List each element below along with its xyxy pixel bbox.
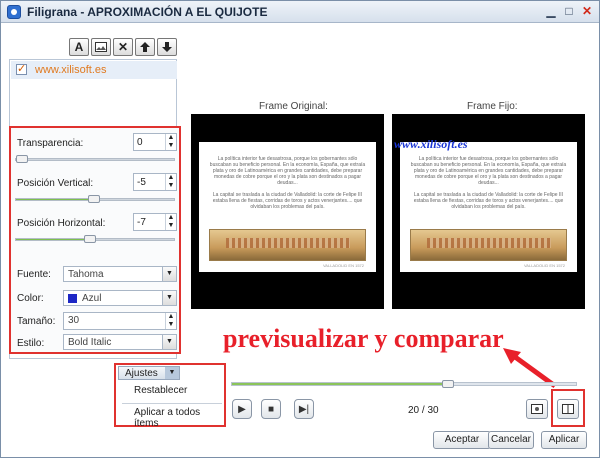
text-icon[interactable]: A: [69, 38, 89, 56]
image-icon[interactable]: [91, 38, 111, 56]
color-swatch: [68, 294, 77, 303]
frame-counter: 20 / 30: [408, 405, 439, 416]
size-label: Tamaño:: [17, 316, 56, 327]
item-checkbox[interactable]: [16, 62, 27, 75]
page-footer: VALLADOLID EN 1572: [322, 263, 364, 268]
transparency-slider[interactable]: [15, 155, 175, 163]
stepper-arrows-icon[interactable]: ▲ ▼: [165, 174, 176, 190]
horizontal-position-stepper[interactable]: -7 ▲ ▼: [133, 213, 177, 231]
style-select[interactable]: Bold Italic ▼: [63, 334, 177, 350]
slider-thumb[interactable]: [88, 195, 100, 203]
transparency-stepper[interactable]: 0 ▲ ▼: [133, 133, 177, 151]
color-label: Color:: [17, 293, 44, 304]
vertical-position-stepper[interactable]: -5 ▲ ▼: [133, 173, 177, 191]
cancel-button[interactable]: Cancelar: [488, 431, 534, 449]
title-bar: Filigrana - APROXIMACIÓN A EL QUIJOTE ▁ …: [1, 1, 599, 23]
frame-page: La política interior fue desastrosa, por…: [400, 142, 577, 272]
stop-button[interactable]: ■: [261, 399, 281, 419]
watermark-dialog: Filigrana - APROXIMACIÓN A EL QUIJOTE ▁ …: [0, 0, 600, 458]
map-image: [410, 229, 567, 261]
page-text: La política interior fue desastrosa, por…: [209, 156, 366, 186]
horizontal-position-slider[interactable]: [15, 235, 175, 243]
vertical-position-slider[interactable]: [15, 195, 175, 203]
close-icon[interactable]: ✕: [579, 4, 595, 19]
page-text: La capital se traslada a la ciudad de Va…: [212, 192, 363, 210]
apply-button[interactable]: Aplicar: [541, 431, 587, 449]
page-text: La capital se traslada a la ciudad de Va…: [413, 192, 564, 210]
vertical-position-value: -5: [137, 177, 146, 188]
menu-divider: [122, 403, 222, 404]
chevron-down-icon[interactable]: ▼: [162, 335, 176, 349]
style-label: Estilo:: [17, 338, 45, 349]
vertical-position-label: Posición Vertical:: [17, 178, 94, 189]
move-down-icon[interactable]: [157, 38, 177, 56]
properties-panel: Transparencia: 0 ▲ ▼ Posición Vertical: -…: [9, 126, 181, 354]
annotation-text: previsualizar y comparar: [223, 324, 504, 353]
next-frame-button[interactable]: ▶|: [294, 399, 314, 419]
frame-page: La política interior fue desastrosa, por…: [199, 142, 376, 272]
slider-thumb[interactable]: [16, 155, 28, 163]
page-text: La política interior fue desastrosa, por…: [410, 156, 567, 186]
play-button[interactable]: ▶: [232, 399, 252, 419]
transparency-label: Transparencia:: [17, 138, 84, 149]
font-select[interactable]: Tahoma ▼: [63, 266, 177, 282]
page-footer: VALLADOLID EN 1572: [523, 263, 565, 268]
maximize-icon[interactable]: □: [561, 4, 577, 19]
fixed-frame: La política interior fue desastrosa, por…: [392, 114, 585, 309]
move-up-icon[interactable]: [135, 38, 155, 56]
watermark-preview-text: www.xilisoft.es: [394, 137, 468, 151]
style-value: Bold Italic: [68, 337, 112, 348]
compare-highlight: [551, 389, 585, 427]
snapshot-button[interactable]: [526, 399, 548, 419]
accept-button[interactable]: Aceptar: [433, 431, 491, 449]
chevron-down-icon[interactable]: ▼: [162, 291, 176, 305]
horizontal-position-label: Posición Horizontal:: [17, 218, 106, 229]
item-label: www.xilisoft.es: [35, 64, 107, 76]
size-value: 30: [68, 315, 80, 326]
stepper-arrows-icon[interactable]: ▲ ▼: [165, 134, 176, 150]
map-image: [209, 229, 366, 261]
app-icon: [7, 5, 21, 19]
font-label: Fuente:: [17, 269, 51, 280]
size-stepper[interactable]: 30 ▲ ▼: [63, 312, 177, 330]
original-frame: La política interior fue desastrosa, por…: [191, 114, 384, 309]
adjustments-button[interactable]: Ajustes ▼: [118, 366, 180, 380]
chevron-down-icon[interactable]: ▼: [162, 267, 176, 281]
horizontal-position-value: -7: [137, 217, 146, 228]
adjustments-menu: Ajustes ▼ Restablecer Aplicar a todos ít…: [114, 363, 226, 429]
menu-item-apply-all[interactable]: Aplicar a todos ítems: [134, 407, 224, 429]
delete-icon[interactable]: ✕: [113, 38, 133, 56]
adjustments-label: Ajustes: [125, 368, 158, 379]
font-value: Tahoma: [68, 269, 104, 280]
fixed-frame-label: Frame Fijo:: [467, 101, 518, 112]
original-frame-label: Frame Original:: [259, 101, 328, 112]
transparency-value: 0: [137, 137, 143, 148]
menu-item-reset[interactable]: Restablecer: [134, 385, 187, 396]
watermark-toolbar: A ✕: [69, 38, 177, 56]
timeline-slider[interactable]: [231, 380, 577, 388]
slider-thumb[interactable]: [441, 380, 454, 388]
list-item[interactable]: www.xilisoft.es: [11, 61, 177, 79]
chevron-down-icon[interactable]: ▼: [165, 367, 179, 379]
color-select[interactable]: Azul ▼: [63, 290, 177, 306]
slider-thumb[interactable]: [84, 235, 96, 243]
minimize-icon[interactable]: ▁: [543, 4, 559, 19]
stepper-arrows-icon[interactable]: ▲ ▼: [165, 313, 176, 329]
stepper-arrows-icon[interactable]: ▲ ▼: [165, 214, 176, 230]
color-value: Azul: [82, 293, 102, 304]
window-title: Filigrana - APROXIMACIÓN A EL QUIJOTE: [27, 5, 268, 19]
